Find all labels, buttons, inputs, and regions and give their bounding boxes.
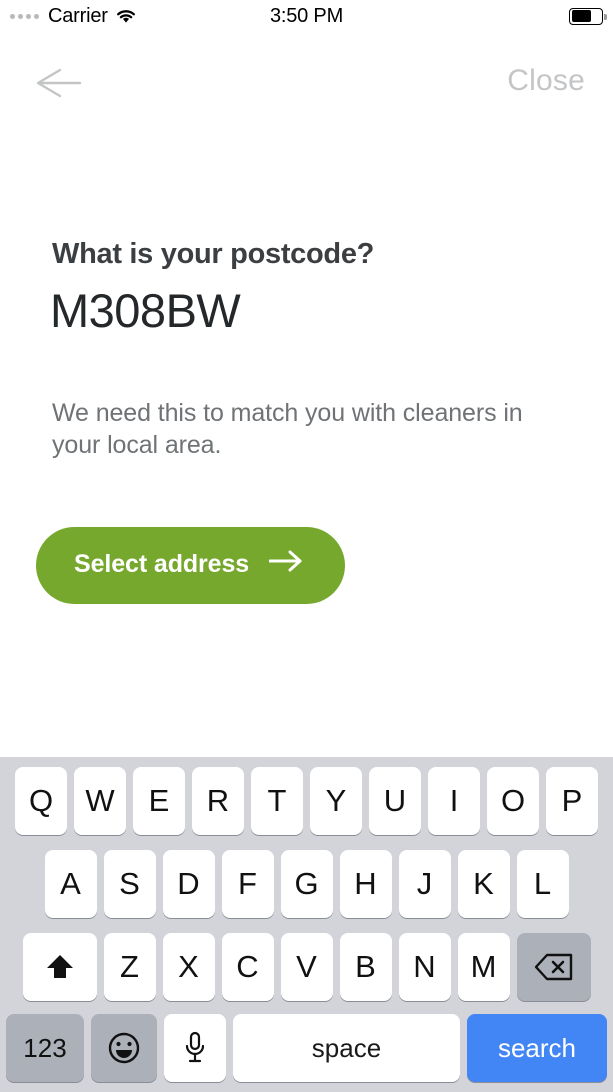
battery-fill bbox=[572, 10, 591, 22]
key-n[interactable]: N bbox=[399, 933, 451, 1001]
select-address-label: Select address bbox=[74, 550, 249, 579]
key-h[interactable]: H bbox=[340, 850, 392, 918]
key-p[interactable]: P bbox=[546, 767, 598, 835]
key-a[interactable]: A bbox=[45, 850, 97, 918]
key-o[interactable]: O bbox=[487, 767, 539, 835]
backspace-delete-icon[interactable] bbox=[517, 933, 591, 1001]
key-f[interactable]: F bbox=[222, 850, 274, 918]
key-r[interactable]: R bbox=[192, 767, 244, 835]
key-w[interactable]: W bbox=[74, 767, 126, 835]
main-content: What is your postcode? M308BW We need th… bbox=[0, 120, 613, 604]
key-i[interactable]: I bbox=[428, 767, 480, 835]
shift-arrow-icon[interactable] bbox=[23, 933, 97, 1001]
key-v[interactable]: V bbox=[281, 933, 333, 1001]
key-q[interactable]: Q bbox=[15, 767, 67, 835]
key-l[interactable]: L bbox=[517, 850, 569, 918]
numbers-key[interactable]: 123 bbox=[6, 1014, 84, 1082]
page-title: What is your postcode? bbox=[52, 238, 613, 271]
keyboard-row-2: A S D F G H J K L bbox=[0, 848, 613, 920]
key-x[interactable]: X bbox=[163, 933, 215, 1001]
status-bar-right bbox=[569, 8, 603, 25]
key-k[interactable]: K bbox=[458, 850, 510, 918]
key-z[interactable]: Z bbox=[104, 933, 156, 1001]
keyboard-row-4: 123 space search bbox=[0, 1014, 613, 1082]
microphone-icon[interactable] bbox=[164, 1014, 226, 1082]
nav-bar: Close bbox=[0, 58, 613, 120]
key-t[interactable]: T bbox=[251, 767, 303, 835]
key-e[interactable]: E bbox=[133, 767, 185, 835]
status-bar: Carrier 3:50 PM bbox=[0, 0, 613, 32]
status-bar-time: 3:50 PM bbox=[0, 5, 613, 28]
phone-screen: Carrier 3:50 PM Close W bbox=[0, 0, 613, 1092]
select-address-button[interactable]: Select address bbox=[36, 527, 345, 604]
key-g[interactable]: G bbox=[281, 850, 333, 918]
key-y[interactable]: Y bbox=[310, 767, 362, 835]
key-j[interactable]: J bbox=[399, 850, 451, 918]
key-c[interactable]: C bbox=[222, 933, 274, 1001]
close-button[interactable]: Close bbox=[507, 64, 585, 98]
keyboard-row-3: Z X C V B N M bbox=[0, 931, 613, 1003]
key-u[interactable]: U bbox=[369, 767, 421, 835]
back-arrow-icon[interactable] bbox=[30, 66, 90, 108]
key-s[interactable]: S bbox=[104, 850, 156, 918]
key-b[interactable]: B bbox=[340, 933, 392, 1001]
on-screen-keyboard: Q W E R T Y U I O P A S D F G H J K L bbox=[0, 757, 613, 1092]
space-key[interactable]: space bbox=[233, 1014, 460, 1082]
hint-text: We need this to match you with cleaners … bbox=[52, 397, 561, 461]
key-d[interactable]: D bbox=[163, 850, 215, 918]
smiley-face-icon[interactable] bbox=[91, 1014, 157, 1082]
arrow-right-icon bbox=[269, 550, 303, 579]
key-m[interactable]: M bbox=[458, 933, 510, 1001]
keyboard-row-1: Q W E R T Y U I O P bbox=[0, 765, 613, 837]
battery-icon bbox=[569, 8, 603, 25]
postcode-input-value[interactable]: M308BW bbox=[50, 285, 613, 337]
search-key[interactable]: search bbox=[467, 1014, 607, 1082]
